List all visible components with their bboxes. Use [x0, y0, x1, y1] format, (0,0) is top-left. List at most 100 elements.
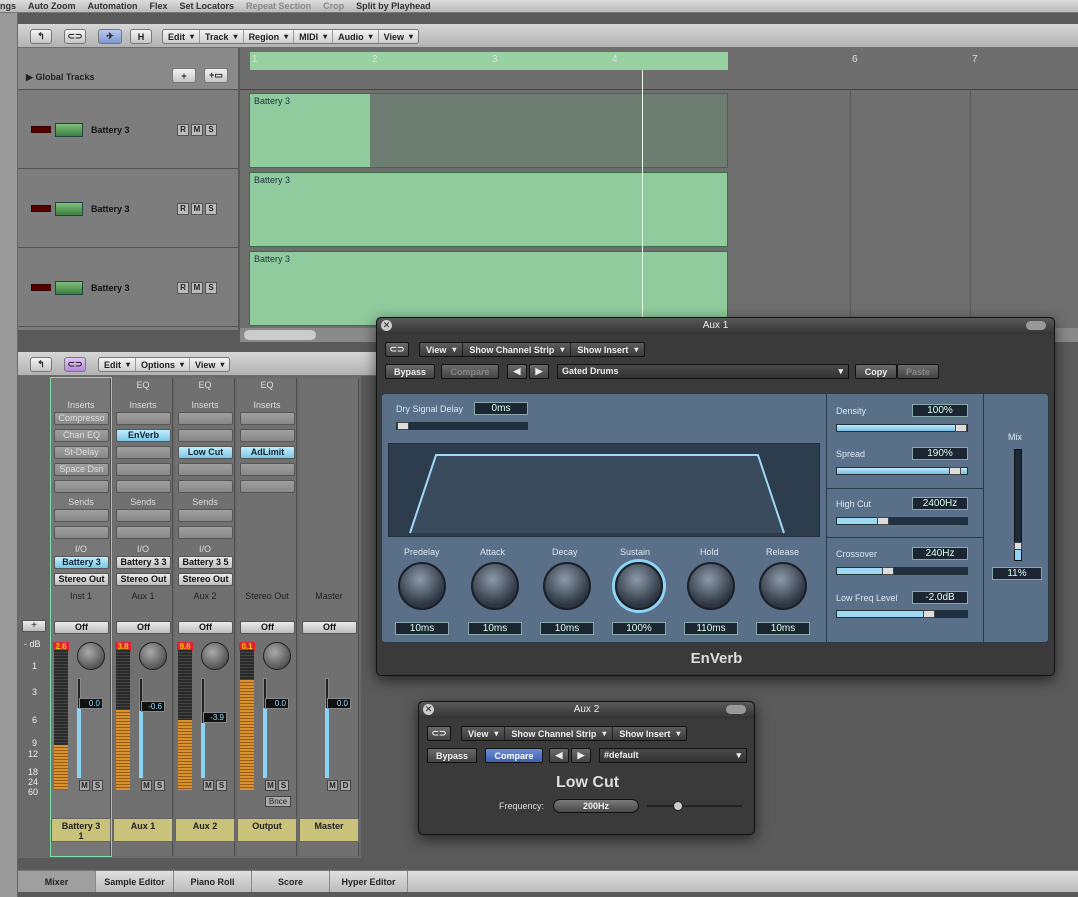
compare-button[interactable]: Compare [485, 748, 543, 763]
high-cut-slider[interactable] [836, 517, 968, 525]
tab-score[interactable]: Score [252, 871, 330, 892]
solo-button[interactable]: S [92, 780, 103, 791]
insert-slot-empty[interactable] [240, 429, 295, 442]
input-slot[interactable]: Battery 3 3 [116, 556, 171, 569]
track-name[interactable]: Battery 3 [91, 204, 171, 214]
pan-knob[interactable] [139, 642, 167, 670]
insert-slot-empty[interactable] [116, 446, 171, 459]
tb-set-locators[interactable]: Set Locators [180, 1, 235, 11]
pan-knob[interactable] [263, 642, 291, 670]
channel-strip-aux2[interactable]: EQ Inserts Low Cut Sends I/O Battery 3 5… [175, 378, 235, 856]
insert-slot-empty[interactable] [116, 463, 171, 476]
tb-automation[interactable]: Automation [88, 1, 138, 11]
eq-label[interactable]: EQ [237, 380, 297, 390]
aux2-plugin-window[interactable]: Aux 2 ✕ ⊂⊃ View Show Channel Strip Show … [418, 701, 755, 835]
fader-value[interactable]: 0.0 [265, 698, 289, 709]
menu-show-insert[interactable]: Show Insert [571, 343, 644, 356]
output-slot[interactable]: Stereo Out [54, 573, 109, 586]
tab-hyper-editor[interactable]: Hyper Editor [330, 871, 408, 892]
channel-name-tag[interactable]: Aux 2 [175, 818, 235, 842]
pan-knob[interactable] [77, 642, 105, 670]
solo-button[interactable]: S [278, 780, 289, 791]
tab-piano-roll[interactable]: Piano Roll [174, 871, 252, 892]
close-button[interactable]: ✕ [381, 320, 392, 331]
knob-value[interactable]: 110ms [684, 622, 738, 635]
sustain-knob[interactable] [615, 562, 663, 610]
mixer-link-button[interactable]: ⊂⊃ [64, 357, 86, 372]
insert-slot-empty[interactable] [54, 480, 109, 493]
automation-mode[interactable]: Off [240, 621, 295, 634]
mixer-menu-options[interactable]: Options [136, 358, 191, 371]
channel-name-tag[interactable]: Battery 3 1 [51, 818, 111, 842]
crossover-slider[interactable] [836, 567, 968, 575]
solo-button[interactable]: S [205, 281, 217, 294]
track-row[interactable]: Battery 3 RMS [18, 91, 238, 169]
global-tracks-toggle[interactable]: ▶ Global Tracks [26, 72, 94, 83]
copy-button[interactable]: Copy [855, 364, 897, 379]
link-button[interactable]: ⊂⊃ [385, 342, 409, 357]
catch-button[interactable]: ✈ [98, 29, 122, 44]
channel-name-tag[interactable]: Output [237, 818, 297, 842]
mix-value[interactable]: 11% [992, 567, 1042, 580]
send-slot[interactable] [116, 509, 171, 522]
send-slot[interactable] [54, 509, 109, 522]
eq-label[interactable]: EQ [113, 380, 173, 390]
eq-label[interactable]: EQ [175, 380, 235, 390]
knob-value[interactable]: 10ms [468, 622, 522, 635]
fader-value[interactable]: 0.0 [327, 698, 351, 709]
bounce-button[interactable]: Bnce [265, 796, 291, 807]
mute-button[interactable]: M [327, 780, 338, 791]
envelope-display[interactable] [388, 443, 820, 537]
menu-audio[interactable]: Audio [333, 30, 379, 43]
toolbar-toggle-button[interactable] [726, 705, 746, 714]
frequency-slider-thumb[interactable] [673, 801, 683, 811]
knob-value[interactable]: 10ms [756, 622, 810, 635]
add-track-button[interactable]: + [172, 68, 196, 83]
record-button[interactable]: R [177, 281, 189, 294]
track-row[interactable]: Battery 3 RMS [18, 170, 238, 248]
link-button[interactable]: ⊂⊃ [64, 29, 86, 44]
add-channel-button[interactable]: + [22, 620, 46, 632]
mixer-menu-view[interactable]: View [190, 358, 229, 371]
menu-edit[interactable]: Edit [163, 30, 201, 43]
midi-region[interactable]: Battery 3 [249, 172, 728, 247]
preset-selector[interactable]: Gated Drums [557, 364, 849, 379]
tab-mixer[interactable]: Mixer [18, 871, 96, 892]
channel-strip-output[interactable]: EQ Inserts AdLimit Stereo Out Off 0.1 0.… [237, 378, 297, 856]
knob-value[interactable]: 10ms [395, 622, 449, 635]
menu-view[interactable]: View [420, 343, 464, 356]
dry-delay-slider[interactable] [396, 422, 528, 430]
preset-selector[interactable]: #default [599, 748, 747, 763]
menu-view[interactable]: View [379, 30, 418, 43]
spread-slider[interactable] [836, 467, 968, 475]
aux1-plugin-window[interactable]: Aux 1 ✕ ⊂⊃ View Show Channel Strip Show … [376, 317, 1055, 676]
channel-strip-inst1[interactable]: Inserts Compresso Chan EQ St-Delay Space… [50, 377, 112, 857]
add-folder-button[interactable]: +▭ [204, 68, 228, 83]
toolbar-toggle-button[interactable] [1026, 321, 1046, 330]
solo-button[interactable]: S [205, 123, 217, 136]
decay-knob[interactable] [543, 562, 591, 610]
send-slot[interactable] [54, 526, 109, 539]
automation-mode[interactable]: Off [178, 621, 233, 634]
cycle-region[interactable] [250, 52, 728, 70]
automation-mode[interactable]: Off [116, 621, 171, 634]
knob-value[interactable]: 100% [612, 622, 666, 635]
mixer-back-button[interactable]: ↰ [30, 357, 52, 372]
menu-region[interactable]: Region [244, 30, 295, 43]
back-arrow-button[interactable]: ↰ [30, 29, 52, 44]
menu-show-insert[interactable]: Show Insert [613, 727, 686, 740]
mute-button[interactable]: M [191, 123, 203, 136]
link-button[interactable]: ⊂⊃ [427, 726, 451, 741]
tab-sample-editor[interactable]: Sample Editor [96, 871, 174, 892]
low-freq-level-slider[interactable] [836, 610, 968, 618]
channel-strip-aux1[interactable]: EQ Inserts EnVerb Sends I/O Battery 3 3 … [113, 378, 173, 856]
automation-mode[interactable]: Off [54, 621, 109, 634]
insert-slot[interactable]: Low Cut [178, 446, 233, 459]
high-cut-value[interactable]: 2400Hz [912, 497, 968, 510]
fader-value[interactable]: -0.6 [141, 701, 165, 712]
mute-button[interactable]: M [79, 780, 90, 791]
insert-slot-empty[interactable] [178, 429, 233, 442]
insert-slot-empty[interactable] [240, 480, 295, 493]
mixer-menu-edit[interactable]: Edit [99, 358, 137, 371]
window-title-bar[interactable]: Aux 1 [377, 318, 1054, 334]
